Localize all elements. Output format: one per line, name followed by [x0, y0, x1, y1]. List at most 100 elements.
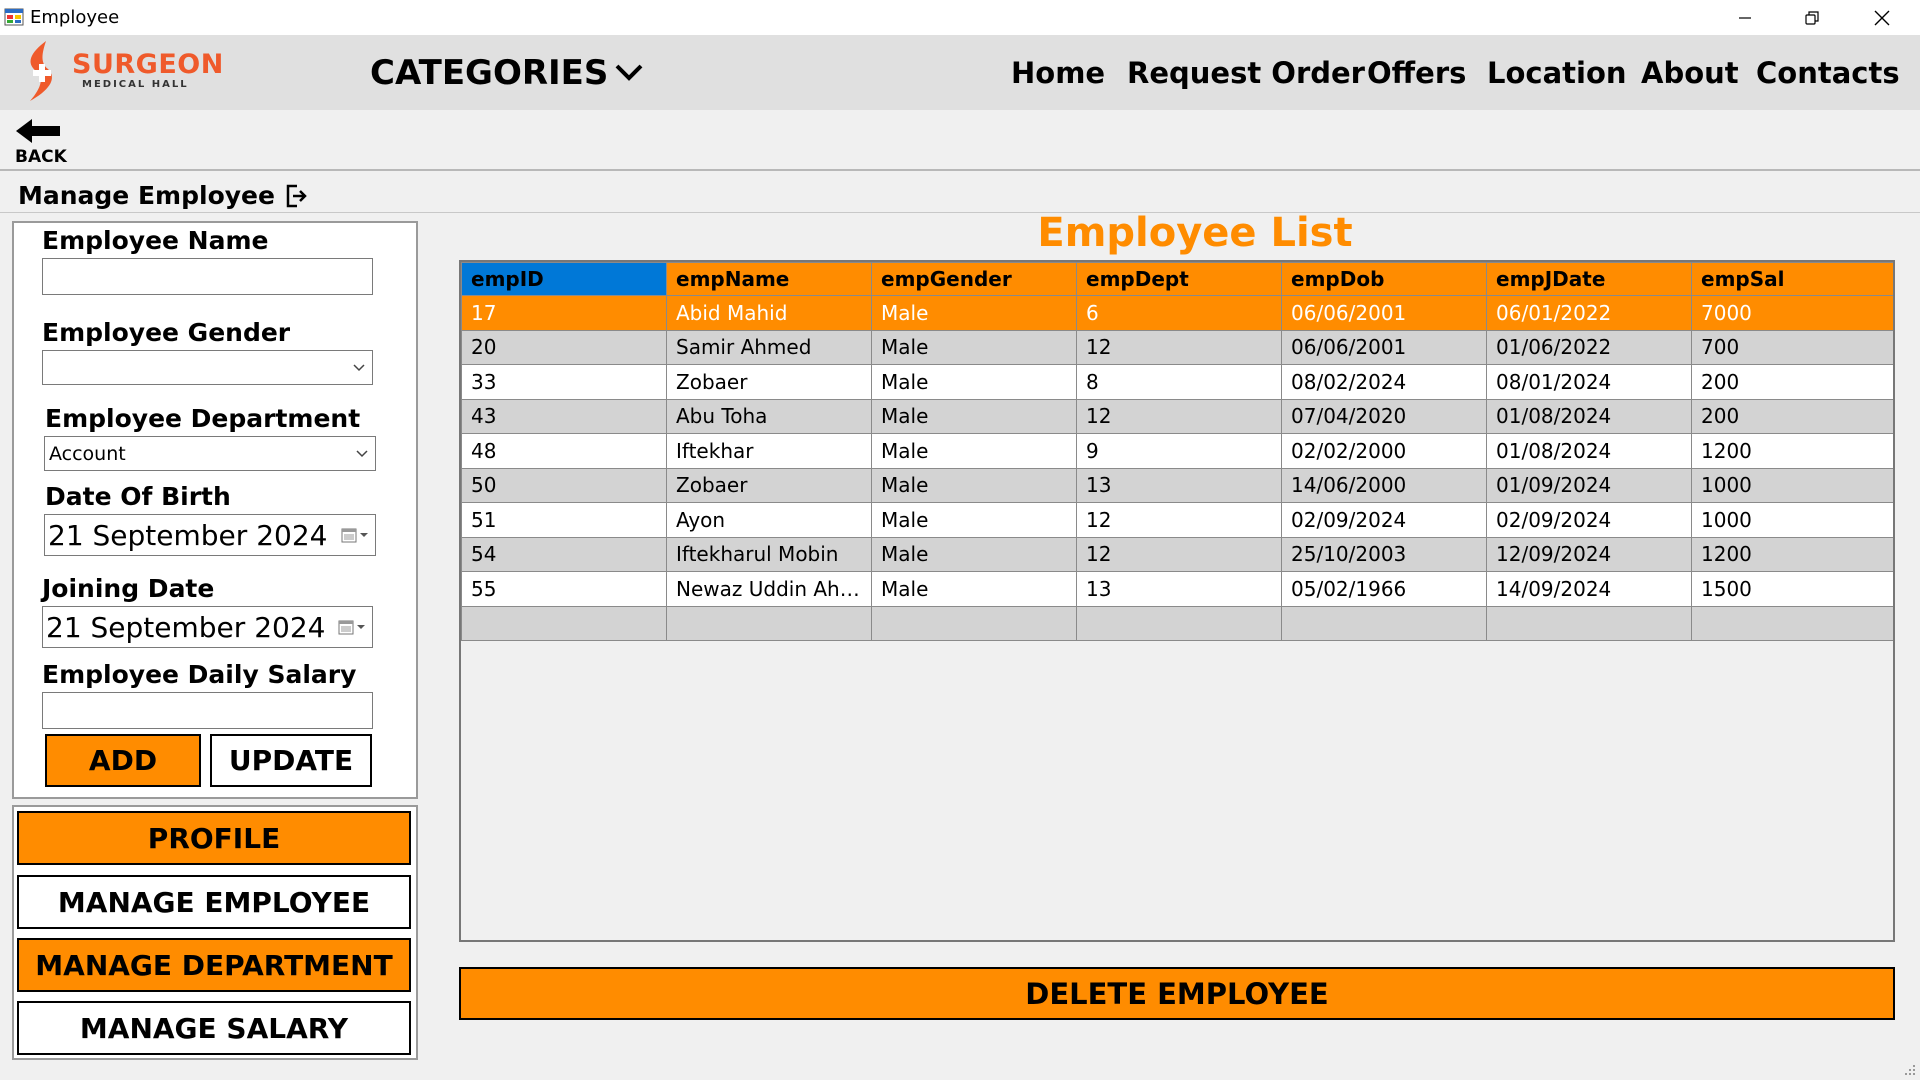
resize-grip-icon[interactable]	[1902, 1062, 1916, 1076]
table-cell-empGender[interactable]: Male	[871, 433, 1077, 469]
table-cell-empID[interactable]: 54	[461, 536, 667, 572]
table-cell-empDob[interactable]: 02/02/2000	[1281, 433, 1487, 469]
back-button[interactable]: BACK	[12, 117, 68, 167]
table-cell-empDob[interactable]: 05/02/1966	[1281, 571, 1487, 607]
column-header-empID[interactable]: empID	[461, 262, 667, 296]
table-cell-empDept[interactable]: 6	[1076, 295, 1282, 331]
table-cell-empID[interactable]: 20	[461, 329, 667, 365]
employee-grid[interactable]: empID empName empGender empDept empDob empJDa…	[459, 260, 1895, 942]
table-row[interactable]: 51 Ayon Male 12 02/09/2024 02/09/2024 1000	[461, 502, 1893, 538]
table-cell-empGender[interactable]: Male	[871, 467, 1077, 503]
table-cell-empSal[interactable]: 200	[1691, 398, 1893, 434]
close-button[interactable]	[1852, 0, 1912, 35]
table-cell-empID[interactable]: 43	[461, 398, 667, 434]
table-cell-empID[interactable]: 48	[461, 433, 667, 469]
table-cell-empJDate[interactable]: 14/09/2024	[1486, 571, 1692, 607]
table-row[interactable]: 55 Newaz Uddin Ahm... Male 13 05/02/1966 14/0…	[461, 571, 1893, 607]
table-cell-empty[interactable]	[666, 605, 872, 641]
table-cell-empJDate[interactable]: 01/09/2024	[1486, 467, 1692, 503]
table-cell-empty[interactable]	[871, 605, 1077, 641]
new-row[interactable]	[461, 605, 1893, 641]
daily-salary-input[interactable]	[42, 692, 373, 729]
table-cell-empGender[interactable]: Male	[871, 502, 1077, 538]
table-cell-empJDate[interactable]: 08/01/2024	[1486, 364, 1692, 400]
column-header-empJDate[interactable]: empJDate	[1486, 262, 1692, 296]
calendar-dropdown-button[interactable]	[335, 527, 375, 543]
table-cell-empDob[interactable]: 14/06/2000	[1281, 467, 1487, 503]
table-cell-empSal[interactable]: 200	[1691, 364, 1893, 400]
employee-gender-select[interactable]	[42, 350, 373, 385]
table-cell-empSal[interactable]: 1500	[1691, 571, 1893, 607]
table-cell-empDept[interactable]: 13	[1076, 571, 1282, 607]
table-cell-empName[interactable]: Iftekharul Mobin	[666, 536, 872, 572]
table-cell-empGender[interactable]: Male	[871, 536, 1077, 572]
table-cell-empName[interactable]: Ayon	[666, 502, 872, 538]
column-header-empDob[interactable]: empDob	[1281, 262, 1487, 296]
column-header-empGender[interactable]: empGender	[871, 262, 1077, 296]
table-cell-empGender[interactable]: Male	[871, 329, 1077, 365]
date-of-birth-picker[interactable]: 21 September 2024	[44, 514, 376, 556]
column-header-empName[interactable]: empName	[666, 262, 872, 296]
table-cell-empDept[interactable]: 9	[1076, 433, 1282, 469]
table-row[interactable]: 50 Zobaer Male 13 14/06/2000 01/09/2024 1000	[461, 467, 1893, 503]
restore-button[interactable]	[1782, 0, 1842, 35]
minimize-button[interactable]	[1715, 0, 1775, 35]
table-cell-empSal[interactable]: 1200	[1691, 536, 1893, 572]
table-cell-empDob[interactable]: 25/10/2003	[1281, 536, 1487, 572]
table-cell-empty[interactable]	[1486, 605, 1692, 641]
nav-home[interactable]: Home	[1011, 55, 1105, 91]
profile-button[interactable]: PROFILE	[17, 811, 411, 865]
table-cell-empDept[interactable]: 12	[1076, 502, 1282, 538]
table-cell-empGender[interactable]: Male	[871, 571, 1077, 607]
delete-employee-button[interactable]: DELETE EMPLOYEE	[459, 967, 1895, 1020]
logo[interactable]: SURGEON MEDICAL HALL	[18, 37, 223, 107]
table-cell-empDob[interactable]: 02/09/2024	[1281, 502, 1487, 538]
employee-department-select[interactable]: Account	[44, 436, 376, 471]
table-row[interactable]: 48 Iftekhar Male 9 02/02/2000 01/08/2024 1200	[461, 433, 1893, 469]
manage-salary-button[interactable]: MANAGE SALARY	[17, 1001, 411, 1055]
table-cell-empName[interactable]: Abu Toha	[666, 398, 872, 434]
table-cell-empDept[interactable]: 12	[1076, 398, 1282, 434]
table-cell-empJDate[interactable]: 01/08/2024	[1486, 433, 1692, 469]
nav-about[interactable]: About	[1641, 55, 1739, 91]
table-cell-empDob[interactable]: 08/02/2024	[1281, 364, 1487, 400]
table-cell-empty[interactable]	[1076, 605, 1282, 641]
table-row[interactable]: 43 Abu Toha Male 12 07/04/2020 01/08/2024 200	[461, 398, 1893, 434]
add-button[interactable]: ADD	[45, 734, 201, 787]
manage-department-button[interactable]: MANAGE DEPARTMENT	[17, 938, 411, 992]
table-cell-empSal[interactable]: 1200	[1691, 433, 1893, 469]
table-cell-empDob[interactable]: 06/06/2001	[1281, 295, 1487, 331]
update-button[interactable]: UPDATE	[210, 734, 372, 787]
table-row[interactable]: 33 Zobaer Male 8 08/02/2024 08/01/2024 200	[461, 364, 1893, 400]
table-cell-empName[interactable]: Zobaer	[666, 467, 872, 503]
table-cell-empty[interactable]	[461, 605, 667, 641]
table-cell-empJDate[interactable]: 06/01/2022	[1486, 295, 1692, 331]
calendar-dropdown-button[interactable]	[332, 619, 372, 635]
table-cell-empID[interactable]: 50	[461, 467, 667, 503]
table-cell-empDept[interactable]: 12	[1076, 536, 1282, 572]
table-row[interactable]: 17 Abid Mahid Male 6 06/06/2001 06/01/2022 700…	[461, 295, 1893, 331]
table-cell-empJDate[interactable]: 01/08/2024	[1486, 398, 1692, 434]
table-cell-empDob[interactable]: 07/04/2020	[1281, 398, 1487, 434]
table-row[interactable]: 20 Samir Ahmed Male 12 06/06/2001 01/06/2022 7…	[461, 329, 1893, 365]
column-header-empSal[interactable]: empSal	[1691, 262, 1893, 296]
table-cell-empID[interactable]: 55	[461, 571, 667, 607]
table-cell-empID[interactable]: 51	[461, 502, 667, 538]
table-cell-empID[interactable]: 33	[461, 364, 667, 400]
table-cell-empName[interactable]: Iftekhar	[666, 433, 872, 469]
table-cell-empName[interactable]: Zobaer	[666, 364, 872, 400]
table-cell-empName[interactable]: Abid Mahid	[666, 295, 872, 331]
table-cell-empSal[interactable]: 1000	[1691, 467, 1893, 503]
table-row[interactable]: 54 Iftekharul Mobin Male 12 25/10/2003 12/09/…	[461, 536, 1893, 572]
table-cell-empJDate[interactable]: 02/09/2024	[1486, 502, 1692, 538]
table-cell-empty[interactable]	[1281, 605, 1487, 641]
table-cell-empGender[interactable]: Male	[871, 364, 1077, 400]
table-cell-empDob[interactable]: 06/06/2001	[1281, 329, 1487, 365]
table-cell-empSal[interactable]: 700	[1691, 329, 1893, 365]
table-cell-empDept[interactable]: 8	[1076, 364, 1282, 400]
table-cell-empDept[interactable]: 13	[1076, 467, 1282, 503]
table-cell-empJDate[interactable]: 01/06/2022	[1486, 329, 1692, 365]
nav-location[interactable]: Location	[1487, 55, 1627, 91]
categories-dropdown[interactable]: CATEGORIES	[370, 53, 644, 93]
table-cell-empDept[interactable]: 12	[1076, 329, 1282, 365]
